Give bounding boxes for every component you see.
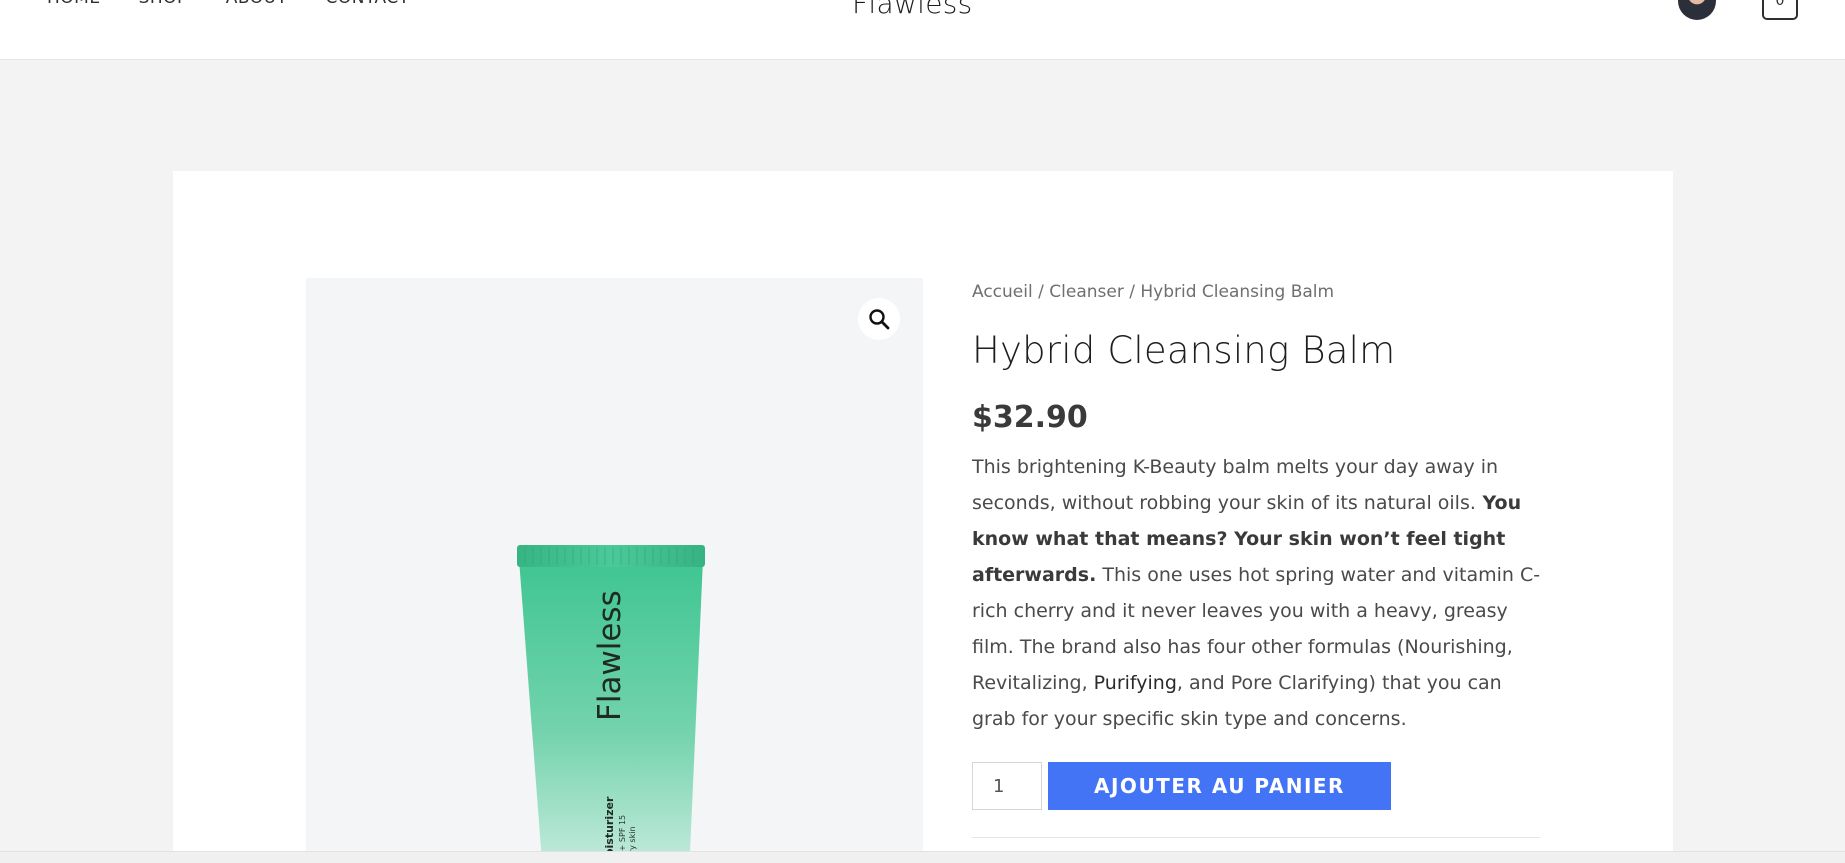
breadcrumb-home[interactable]: Accueil — [972, 282, 1033, 302]
nav-contact[interactable]: CONTACT — [326, 0, 410, 8]
nav-shop[interactable]: SHOP — [139, 0, 188, 8]
zoom-button[interactable] — [858, 298, 900, 340]
main-nav: HOME SHOP ABOUT CONTACT — [47, 0, 448, 8]
breadcrumb-separator: / — [1032, 282, 1050, 302]
user-avatar[interactable] — [1678, 0, 1716, 20]
tube-brand-text: Flawless — [592, 590, 628, 721]
add-to-cart-button[interactable]: AJOUTER AU PANIER — [1048, 762, 1391, 810]
add-to-cart-form: AJOUTER AU PANIER — [972, 762, 1391, 810]
product-summary: Accueil / Cleanser / Hybrid Cleansing Ba… — [972, 282, 1542, 737]
product-price: $32.90 — [972, 400, 1088, 435]
description-highlight: Purifying — [1093, 672, 1177, 694]
site-header: HOME SHOP ABOUT CONTACT Flawless 0 — [0, 0, 1845, 60]
breadcrumb-current: Hybrid Cleansing Balm — [1140, 282, 1335, 302]
nav-home[interactable]: HOME — [47, 0, 101, 8]
product-description: This brightening K-Beauty balm melts you… — [972, 449, 1542, 737]
breadcrumb-separator: / — [1123, 282, 1141, 302]
search-icon — [869, 309, 890, 330]
product-image: Flawless Moisturizer ent + SPF 15 & dry … — [517, 545, 705, 862]
site-logo[interactable]: Flawless — [852, 0, 973, 20]
breadcrumb: Accueil / Cleanser / Hybrid Cleansing Ba… — [972, 282, 1542, 302]
cart-count: 0 — [1775, 0, 1785, 9]
nav-about[interactable]: ABOUT — [226, 0, 288, 8]
breadcrumb-category[interactable]: Cleanser — [1049, 282, 1124, 302]
product-gallery[interactable]: Flawless Moisturizer ent + SPF 15 & dry … — [306, 278, 923, 862]
cart-icon[interactable]: 0 — [1762, 0, 1798, 20]
quantity-input[interactable] — [972, 762, 1042, 810]
description-text: This brightening K-Beauty balm melts you… — [972, 456, 1499, 514]
divider — [972, 837, 1540, 838]
horizontal-scrollbar[interactable] — [0, 851, 1845, 863]
product-title: Hybrid Cleansing Balm — [972, 329, 1396, 372]
